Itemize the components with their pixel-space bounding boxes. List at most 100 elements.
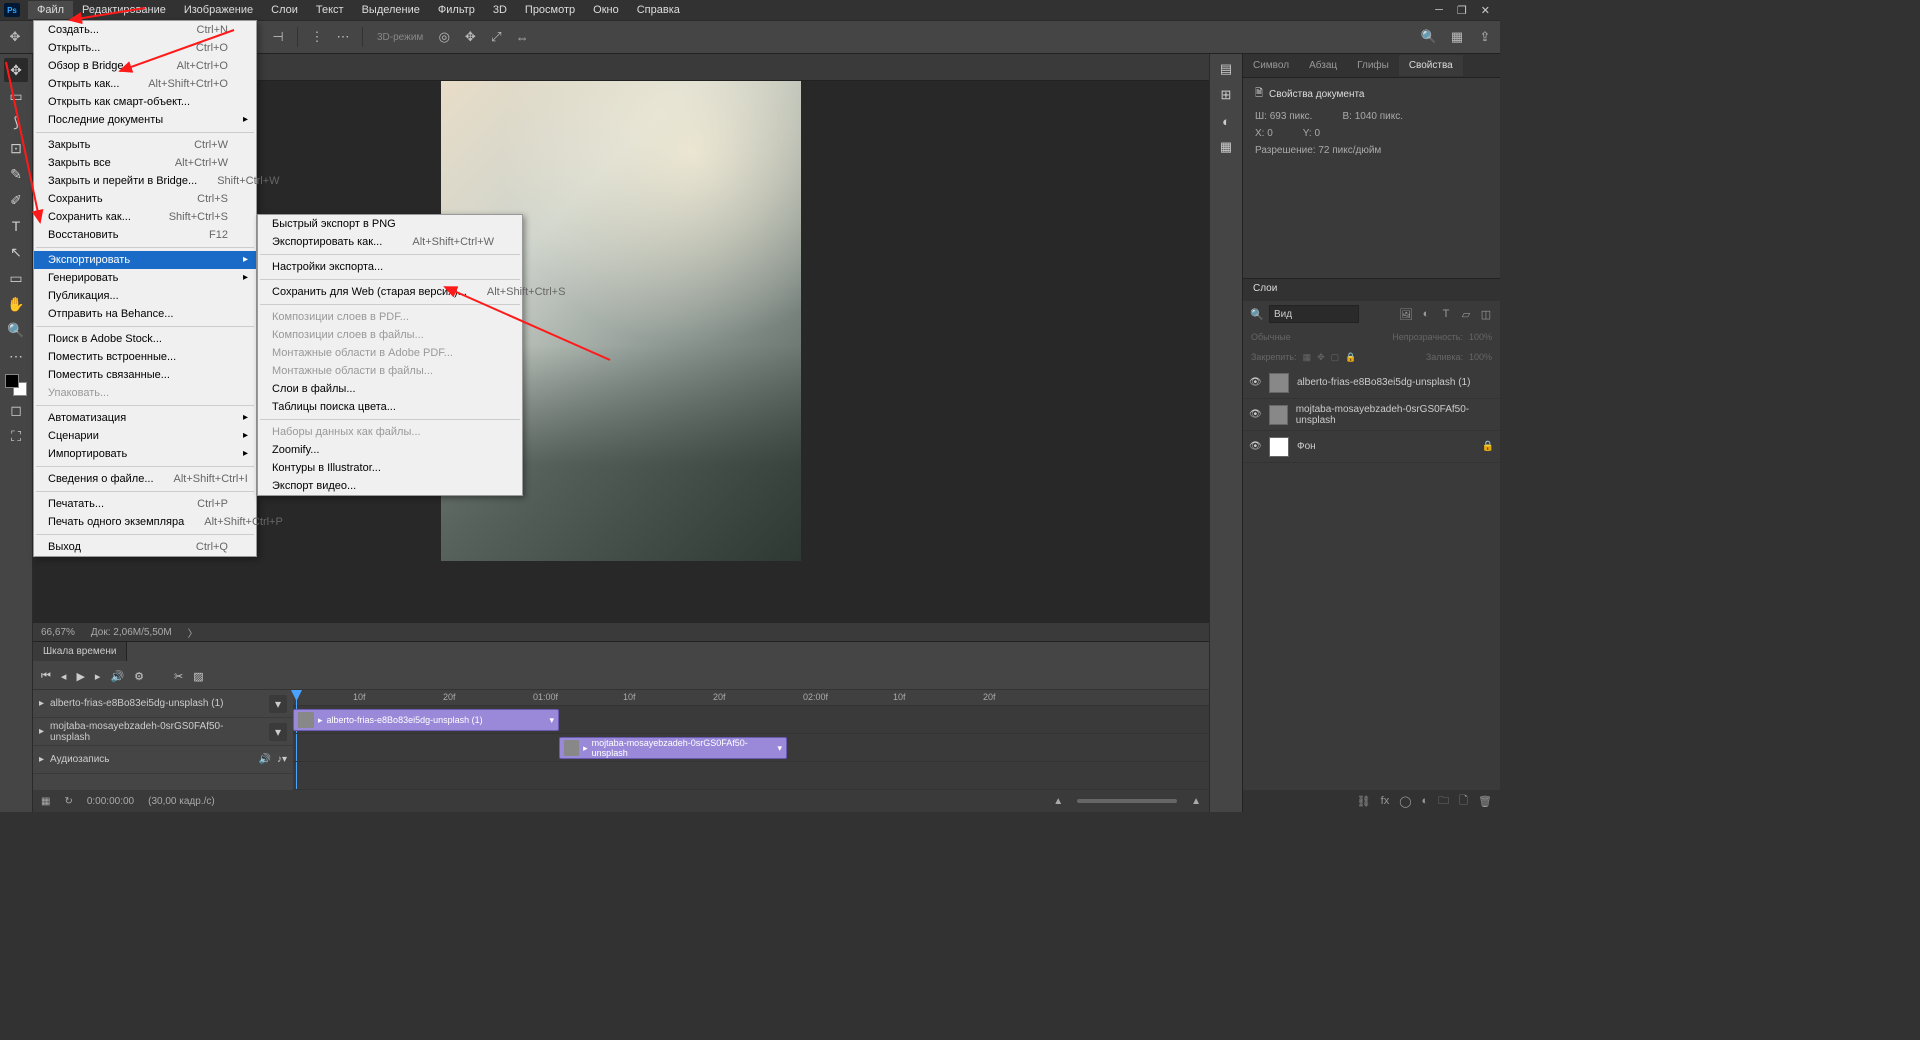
panel-tab[interactable]: Глифы: [1347, 55, 1399, 76]
tl-next-icon[interactable]: ▸: [95, 670, 101, 683]
libraries-icon[interactable]: ▦: [1215, 136, 1237, 158]
brush-tool[interactable]: ✐: [4, 188, 28, 212]
tl-mode-icon[interactable]: ▦: [41, 796, 50, 807]
menu-файл[interactable]: Файл: [28, 1, 73, 19]
trash-icon[interactable]: 🗑: [1478, 795, 1492, 808]
menu-3d[interactable]: 3D: [484, 1, 516, 19]
tl-zoom-slider[interactable]: [1077, 799, 1177, 803]
layer-row[interactable]: 👁alberto-frias-e8Bo83ei5dg-unsplash (1): [1243, 367, 1500, 399]
timeline-track-header[interactable]: ▸Аудиозапись🔊♪▾: [33, 746, 293, 774]
layer-filter-icon[interactable]: 🔍: [1249, 306, 1265, 322]
filter-smart-icon[interactable]: ◫: [1478, 306, 1494, 322]
chevron-right-icon[interactable]: ▸: [39, 698, 44, 709]
tl-zoom-in-icon[interactable]: ▲: [1191, 796, 1201, 807]
minimize-icon[interactable]: ─: [1435, 4, 1443, 17]
timeline-track-header[interactable]: ▸mojtaba-mosayebzadeh-0srGS0FAf50-unspla…: [33, 718, 293, 746]
hand-tool[interactable]: ✋: [4, 292, 28, 316]
menu-item[interactable]: Быстрый экспорт в PNG: [258, 215, 522, 233]
menu-item[interactable]: Zoomify...: [258, 441, 522, 459]
menu-item[interactable]: Поиск в Adobe Stock...: [34, 330, 256, 348]
quickmask-tool[interactable]: ◻: [4, 398, 28, 422]
group-icon[interactable]: 🗀: [1438, 792, 1449, 811]
tl-first-icon[interactable]: ⏮: [41, 670, 51, 683]
3d-orbit-icon[interactable]: ◎: [435, 28, 453, 46]
timeline-track-header[interactable]: ▸alberto-frias-e8Bo83ei5dg-unsplash (1)▾: [33, 690, 293, 718]
menu-item[interactable]: Автоматизация: [34, 409, 256, 427]
move-tool[interactable]: ✥: [4, 58, 28, 82]
color-panel-icon[interactable]: ▤: [1215, 58, 1237, 80]
track-options-icon[interactable]: ▾: [269, 723, 287, 741]
marquee-tool[interactable]: ▭: [4, 84, 28, 108]
menu-выделение[interactable]: Выделение: [353, 1, 429, 19]
3d-slide-icon[interactable]: ⇔: [513, 28, 531, 46]
menu-фильтр[interactable]: Фильтр: [429, 1, 484, 19]
filter-image-icon[interactable]: 🖼: [1398, 306, 1414, 322]
menu-текст[interactable]: Текст: [307, 1, 353, 19]
3d-pan-icon[interactable]: ✥: [461, 28, 479, 46]
menu-item[interactable]: Экспортировать как...Alt+Shift+Ctrl+W: [258, 233, 522, 251]
tl-transition-icon[interactable]: ▨: [193, 670, 203, 683]
lock-artboard-icon[interactable]: ▢: [1331, 352, 1340, 363]
panel-tab[interactable]: Символ: [1243, 55, 1299, 76]
menu-item[interactable]: Открыть как смарт-объект...: [34, 93, 256, 111]
menu-окно[interactable]: Окно: [584, 1, 628, 19]
lock-pixels-icon[interactable]: ▦: [1303, 352, 1312, 363]
screenmode-tool[interactable]: ⛶: [4, 424, 28, 448]
lock-pos-icon[interactable]: ✥: [1317, 352, 1325, 363]
menu-item[interactable]: Обзор в Bridge...Alt+Ctrl+O: [34, 57, 256, 75]
visibility-icon[interactable]: 👁: [1249, 377, 1261, 389]
menu-item[interactable]: Генерировать: [34, 269, 256, 287]
new-layer-icon[interactable]: 🗋: [1459, 792, 1468, 811]
tl-scissors-icon[interactable]: ✂: [174, 670, 183, 683]
menu-item[interactable]: Сценарии: [34, 427, 256, 445]
menu-item[interactable]: Таблицы поиска цвета...: [258, 398, 522, 416]
menu-item[interactable]: Открыть...Ctrl+O: [34, 39, 256, 57]
menu-item[interactable]: Сохранить как...Shift+Ctrl+S: [34, 208, 256, 226]
menu-справка[interactable]: Справка: [628, 1, 689, 19]
menu-item[interactable]: Поместить связанные...: [34, 366, 256, 384]
panel-tab[interactable]: Свойства: [1399, 55, 1463, 76]
zoom-level[interactable]: 66,67%: [41, 627, 75, 638]
layer-kind-select[interactable]: [1269, 305, 1359, 323]
type-tool[interactable]: T: [4, 214, 28, 238]
panel-tab[interactable]: Абзац: [1299, 55, 1347, 76]
menu-item[interactable]: Последние документы: [34, 111, 256, 129]
menu-item[interactable]: Отправить на Behance...: [34, 305, 256, 323]
move-tool-icon[interactable]: ✥: [6, 28, 24, 46]
note-icon[interactable]: ♪▾: [277, 754, 287, 765]
filter-type-icon[interactable]: T: [1438, 306, 1454, 322]
link-layers-icon[interactable]: ⛓: [1357, 795, 1371, 808]
shape-tool[interactable]: ▭: [4, 266, 28, 290]
tl-play-icon[interactable]: ▶: [76, 670, 84, 683]
blend-mode[interactable]: Обычные: [1251, 332, 1291, 342]
align-right-icon[interactable]: ⊣: [269, 28, 287, 46]
menu-item[interactable]: Сведения о файле...Alt+Shift+Ctrl+I: [34, 470, 256, 488]
chevron-right-icon[interactable]: ▸: [39, 754, 44, 765]
menu-item[interactable]: Экспорт видео...: [258, 477, 522, 495]
tl-prev-icon[interactable]: ◂: [61, 670, 67, 683]
visibility-icon[interactable]: 👁: [1249, 409, 1261, 421]
menu-item[interactable]: Печатать...Ctrl+P: [34, 495, 256, 513]
fx-icon[interactable]: fx: [1381, 795, 1390, 807]
menu-item[interactable]: Закрыть всеAlt+Ctrl+W: [34, 154, 256, 172]
timeline-clip[interactable]: ▸alberto-frias-e8Bo83ei5dg-unsplash (1)▾: [293, 709, 559, 731]
distribute-icon[interactable]: ⋮: [308, 28, 326, 46]
adjustments-icon[interactable]: ◐: [1215, 110, 1237, 132]
zoom-tool[interactable]: 🔍: [4, 318, 28, 342]
chevron-right-icon[interactable]: ▸: [39, 726, 44, 737]
menu-item[interactable]: Закрыть и перейти в Bridge...Shift+Ctrl+…: [34, 172, 256, 190]
menu-item[interactable]: Поместить встроенные...: [34, 348, 256, 366]
menu-item[interactable]: СохранитьCtrl+S: [34, 190, 256, 208]
3d-zoom-icon[interactable]: ⤢: [487, 28, 505, 46]
menu-item[interactable]: Контуры в Illustrator...: [258, 459, 522, 477]
more-tools[interactable]: ⋯: [4, 344, 28, 368]
tl-zoom-out-icon[interactable]: ▲: [1053, 796, 1063, 807]
visibility-icon[interactable]: 👁: [1249, 441, 1261, 453]
layer-row[interactable]: 👁Фон🔒: [1243, 431, 1500, 463]
tl-settings-icon[interactable]: ⚙: [134, 670, 144, 683]
menu-item[interactable]: Публикация...: [34, 287, 256, 305]
filter-shape-icon[interactable]: ▱: [1458, 306, 1474, 322]
share-icon[interactable]: ⇪: [1476, 28, 1494, 46]
filter-adj-icon[interactable]: ◐: [1418, 306, 1434, 322]
menu-редактирование[interactable]: Редактирование: [73, 1, 175, 19]
